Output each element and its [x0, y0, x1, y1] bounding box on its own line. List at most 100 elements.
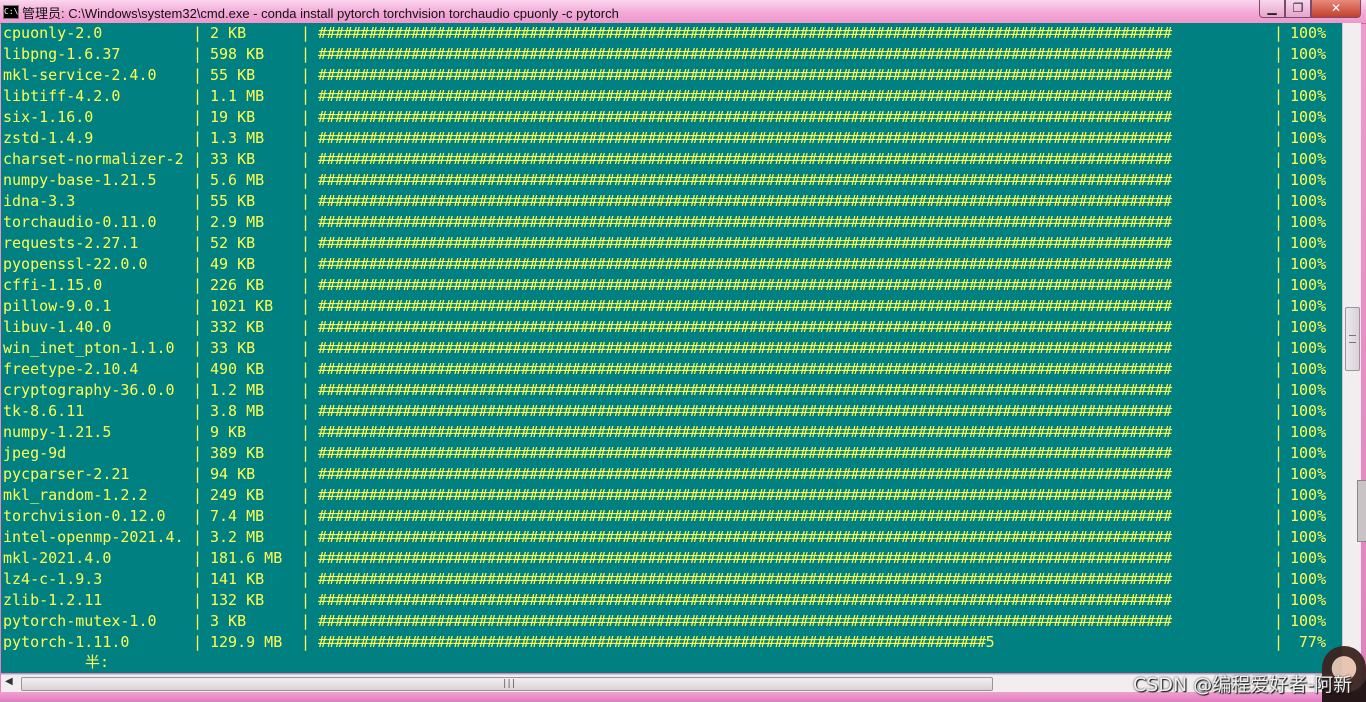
package-size: 332 KB — [210, 318, 265, 336]
progress-percent: 100% — [1290, 549, 1327, 567]
grip-icon — [1349, 335, 1356, 343]
progress-bar: ########################################… — [318, 171, 1172, 189]
progress-bar: ########################################… — [318, 297, 1172, 315]
package-size: 490 KB — [210, 360, 265, 378]
column-separator: | — [301, 213, 311, 231]
console-line: mkl-service-2.4.0 | 55 KB | ################… — [1, 65, 1342, 86]
grip-icon: ||| — [502, 679, 516, 689]
watermark: CSDN @编程爱好者-阿新 — [1133, 674, 1353, 696]
progress-bar: ########################################… — [318, 591, 1172, 609]
progress-percent: 100% — [1290, 192, 1327, 210]
column-separator: | — [1274, 444, 1284, 462]
package-size: 249 KB — [210, 486, 265, 504]
column-separator: | — [1274, 129, 1284, 147]
package-name: win_inet_pton-1.1.0 — [3, 339, 175, 357]
column-separator: | — [301, 255, 311, 273]
column-separator: | — [193, 297, 203, 315]
progress-percent: 100% — [1290, 612, 1327, 630]
package-name: zlib-1.2.11 — [3, 591, 103, 609]
progress-bar: ########################################… — [318, 150, 1172, 168]
progress-percent: 100% — [1290, 402, 1327, 420]
minimize-button[interactable]: ▁ — [1259, 0, 1285, 18]
progress-bar: ########################################… — [318, 381, 1172, 399]
column-separator: | — [193, 150, 203, 168]
column-separator: | — [1274, 423, 1284, 441]
scroll-left-arrow-icon[interactable]: ◀ — [5, 676, 13, 687]
package-name: six-1.16.0 — [3, 108, 94, 126]
column-separator: | — [301, 318, 311, 336]
console-line: requests-2.27.1 | 52 KB | ##################… — [1, 233, 1342, 254]
console-line: libtiff-4.2.0 | 1.1 MB | ###################… — [1, 86, 1342, 107]
package-size: 55 KB — [210, 66, 256, 84]
package-name: freetype-2.10.4 — [3, 360, 139, 378]
cmd-icon[interactable]: C:\ — [3, 5, 19, 19]
package-name: mkl-service-2.4.0 — [3, 66, 157, 84]
progress-bar: ########################################… — [318, 66, 1172, 84]
progress-bar: ########################################… — [318, 612, 1172, 630]
progress-bar: ########################################… — [318, 423, 1172, 441]
column-separator: | — [1274, 255, 1284, 273]
package-name: intel-openmp-2021.4. — [3, 528, 184, 546]
column-separator: | — [1274, 486, 1284, 504]
package-size: 141 KB — [210, 570, 265, 588]
column-separator: | — [193, 192, 203, 210]
column-separator: | — [301, 549, 311, 567]
console-line: numpy-base-1.21.5 | 5.6 MB | ###############… — [1, 170, 1342, 191]
column-separator: | — [193, 45, 203, 63]
progress-bar: ########################################… — [318, 213, 1172, 231]
progress-percent: 100% — [1290, 444, 1327, 462]
console-line: numpy-1.21.5 | 9 KB | ######################… — [1, 422, 1342, 443]
progress-percent: 100% — [1290, 318, 1327, 336]
progress-percent: 100% — [1290, 591, 1327, 609]
progress-bar: ########################################… — [318, 339, 1172, 357]
column-separator: | — [301, 66, 311, 84]
vertical-scroll-thumb[interactable] — [1345, 307, 1360, 371]
column-separator: | — [301, 633, 311, 651]
package-size: 1.1 MB — [210, 87, 265, 105]
column-separator: | — [193, 591, 203, 609]
console-line: pytorch-1.11.0 | 129.9 MB | ################… — [1, 632, 1342, 653]
package-name: jpeg-9d — [3, 444, 67, 462]
column-separator: | — [1274, 24, 1284, 42]
progress-percent: 100% — [1290, 339, 1327, 357]
progress-percent: 100% — [1290, 381, 1327, 399]
column-separator: | — [301, 234, 311, 252]
package-name: libtiff-4.2.0 — [3, 87, 121, 105]
column-separator: | — [1274, 150, 1284, 168]
package-name: pillow-9.0.1 — [3, 297, 112, 315]
maximize-button[interactable]: ❐ — [1285, 0, 1311, 18]
close-button[interactable]: ✕ — [1311, 0, 1361, 18]
console-line: libuv-1.40.0 | 332 KB | ####################… — [1, 317, 1342, 338]
console-line: mkl_random-1.2.2 | 249 KB | ################… — [1, 485, 1342, 506]
console-line: cffi-1.15.0 | 226 KB | #####################… — [1, 275, 1342, 296]
package-size: 2.9 MB — [210, 213, 265, 231]
console-output[interactable]: 半: cpuonly-2.0 | 2 KB | ####################… — [1, 23, 1342, 673]
console-line: libpng-1.6.37 | 598 KB | ###################… — [1, 44, 1342, 65]
column-separator: | — [1274, 234, 1284, 252]
column-separator: | — [1274, 381, 1284, 399]
column-separator: | — [193, 171, 203, 189]
progress-bar: ########################################… — [318, 528, 1172, 546]
column-separator: | — [193, 66, 203, 84]
package-name: libpng-1.6.37 — [3, 45, 121, 63]
progress-bar: ########################################… — [318, 45, 1172, 63]
column-separator: | — [1274, 507, 1284, 525]
package-size: 1.3 MB — [210, 129, 265, 147]
progress-bar: ########################################… — [318, 108, 1172, 126]
title-bar[interactable]: C:\ 管理员: C:\Windows\system32\cmd.exe - c… — [0, 0, 1366, 24]
column-separator: | — [301, 507, 311, 525]
column-separator: | — [301, 423, 311, 441]
package-size: 9 KB — [210, 423, 247, 441]
column-separator: | — [193, 633, 203, 651]
console-prompt-line: 半: — [85, 653, 110, 671]
horizontal-scroll-thumb[interactable]: ||| — [21, 677, 993, 691]
column-separator: | — [1274, 591, 1284, 609]
column-separator: | — [193, 507, 203, 525]
edge-scroll-marker — [1357, 480, 1366, 542]
package-size: 389 KB — [210, 444, 265, 462]
vertical-scrollbar[interactable] — [1342, 23, 1361, 673]
column-separator: | — [1274, 465, 1284, 483]
package-size: 1021 KB — [210, 297, 274, 315]
column-separator: | — [1274, 339, 1284, 357]
progress-percent: 100% — [1290, 423, 1327, 441]
